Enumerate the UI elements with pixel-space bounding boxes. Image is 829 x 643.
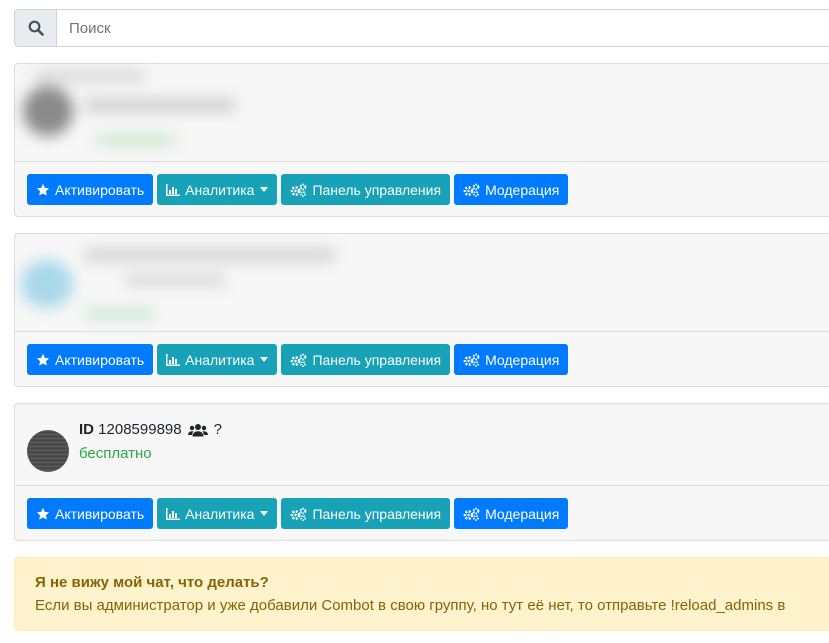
chevron-down-icon (260, 511, 269, 516)
search-bar (14, 9, 829, 47)
search-icon (28, 20, 44, 36)
chat-card-header (15, 234, 829, 332)
dashboard-button[interactable]: Панель управления (281, 174, 451, 205)
dashboard-button[interactable]: Панель управления (281, 344, 451, 375)
activate-button[interactable]: Активировать (27, 498, 154, 529)
cogs-icon (463, 507, 480, 521)
cogs-icon (291, 353, 307, 367)
activate-button[interactable]: Активировать (27, 174, 154, 205)
activate-button[interactable]: Активировать (27, 344, 154, 375)
chat-id-label: ID (79, 421, 94, 438)
moderation-button[interactable]: Модерация (454, 344, 569, 375)
chat-card-actions: Активировать Аналитика Панель управления… (15, 332, 829, 387)
users-icon (187, 423, 208, 436)
star-icon (36, 507, 50, 520)
moderation-label: Модерация (485, 181, 560, 198)
analytics-dropdown[interactable]: Аналитика (157, 174, 278, 205)
dashboard-label: Панель управления (312, 181, 442, 198)
moderation-label: Модерация (485, 351, 560, 368)
blurred-chat-info (15, 64, 265, 162)
chat-card: Активировать Аналитика Панель управления… (14, 233, 829, 387)
analytics-label: Аналитика (185, 505, 255, 522)
chevron-down-icon (260, 357, 269, 362)
plan-label: бесплатно (79, 445, 152, 462)
moderation-label: Модерация (485, 505, 560, 522)
help-alert: Я не вижу мой чат, что делать? Если вы а… (14, 557, 829, 631)
star-icon (36, 183, 50, 196)
chevron-down-icon (260, 187, 269, 192)
analytics-label: Аналитика (185, 351, 255, 368)
star-icon (36, 353, 50, 366)
search-button[interactable] (14, 9, 56, 47)
chat-card: ID 1208599898 ? бесплатно Активировать А… (14, 403, 829, 541)
cogs-icon (463, 183, 480, 197)
analytics-dropdown[interactable]: Аналитика (157, 344, 278, 375)
chat-id-value: 1208599898 (98, 421, 182, 438)
activate-label: Активировать (55, 505, 145, 522)
chat-info: ID 1208599898 ? бесплатно (15, 404, 829, 486)
moderation-button[interactable]: Модерация (454, 174, 569, 205)
alert-text: Если вы администратор и уже добавили Com… (35, 597, 786, 614)
cogs-icon (291, 183, 307, 197)
chat-card-actions: Активировать Аналитика Панель управления… (15, 486, 829, 541)
bar-chart-icon (166, 183, 181, 196)
dashboard-label: Панель управления (312, 351, 442, 368)
blurred-chat-info (15, 234, 355, 332)
chat-id-line: ID 1208599898 ? (79, 421, 222, 438)
cogs-icon (463, 353, 480, 367)
chat-card-header (15, 64, 829, 162)
bar-chart-icon (166, 507, 181, 520)
cogs-icon (291, 507, 307, 521)
chat-card: Активировать Аналитика Панель управления… (14, 63, 829, 217)
bar-chart-icon (166, 353, 181, 366)
moderation-button[interactable]: Модерация (454, 498, 569, 529)
member-count: ? (213, 421, 222, 438)
activate-label: Активировать (55, 181, 145, 198)
dashboard-label: Панель управления (312, 505, 442, 522)
dashboard-button[interactable]: Панель управления (281, 498, 451, 529)
search-input[interactable] (56, 9, 829, 47)
analytics-dropdown[interactable]: Аналитика (157, 498, 278, 529)
avatar (27, 430, 69, 472)
chat-card-actions: Активировать Аналитика Панель управления… (15, 162, 829, 217)
alert-title: Я не вижу мой чат, что делать? (35, 574, 269, 591)
analytics-label: Аналитика (185, 181, 255, 198)
activate-label: Активировать (55, 351, 145, 368)
chat-card-header: ID 1208599898 ? бесплатно (15, 404, 829, 486)
